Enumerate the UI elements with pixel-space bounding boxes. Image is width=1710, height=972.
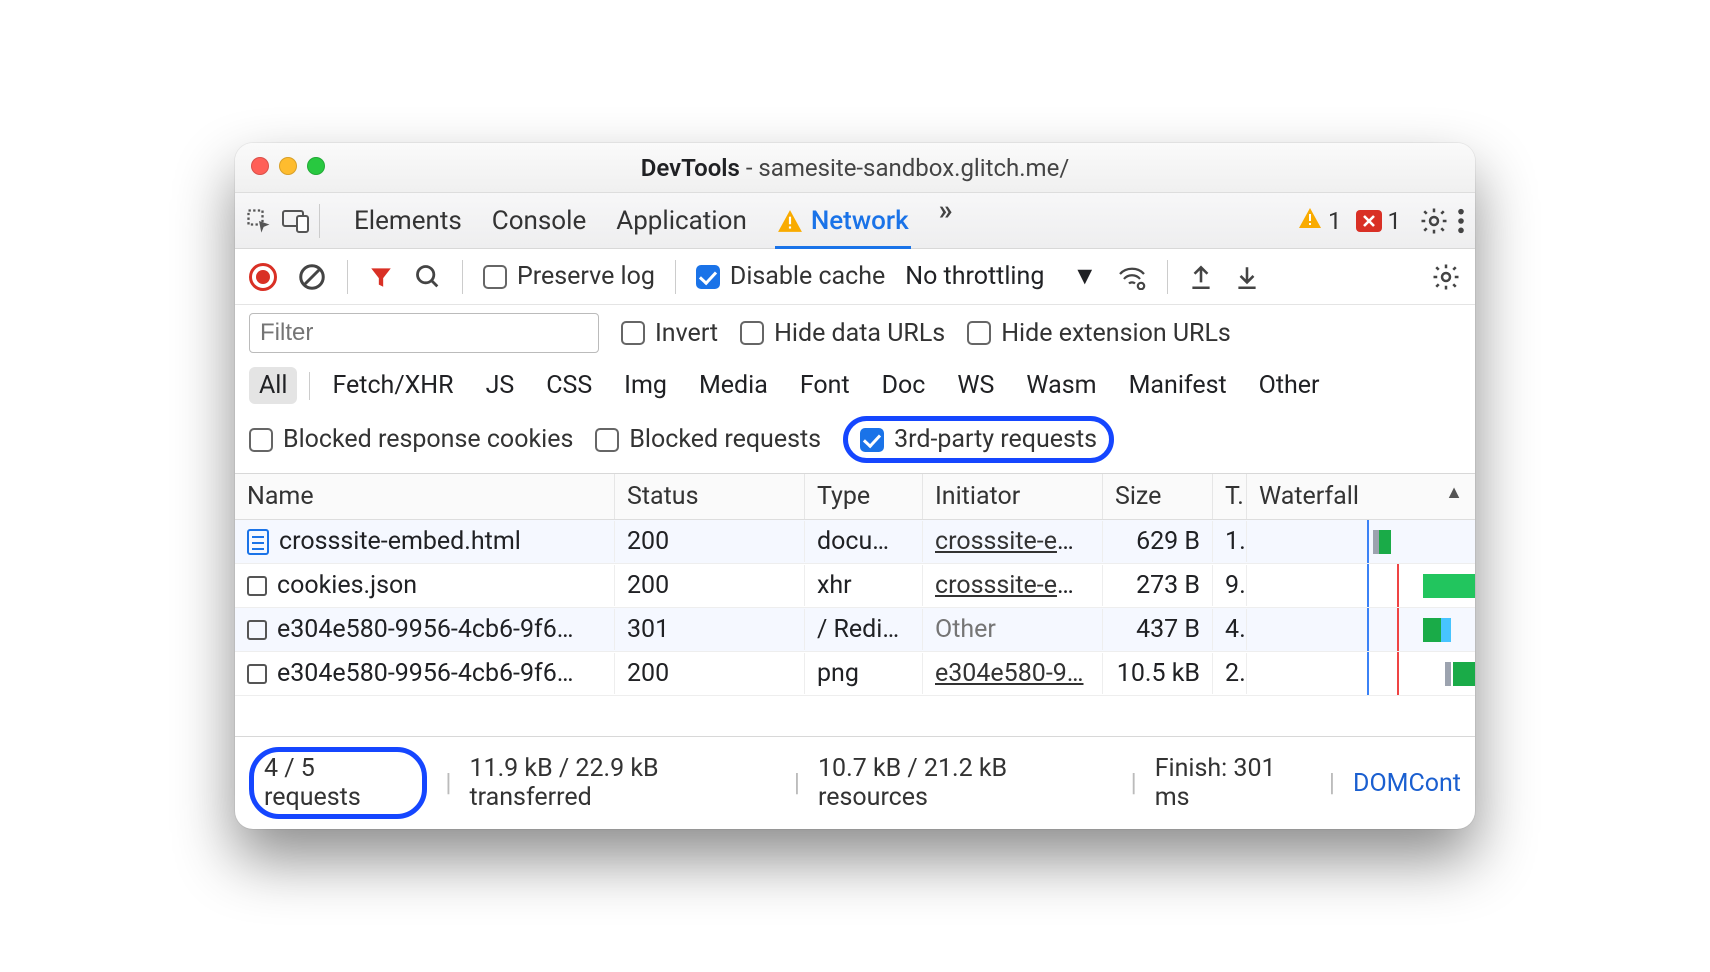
col-size[interactable]: Size (1103, 474, 1213, 519)
table-row[interactable]: e304e580-9956-4cb6-9f6… 301 / Redi… Othe… (235, 608, 1475, 652)
waterfall-cell (1247, 608, 1475, 651)
status-transferred: 11.9 kB / 22.9 kB transferred (469, 754, 775, 812)
status-finish: Finish: 301 ms (1155, 754, 1311, 812)
col-type[interactable]: Type (805, 474, 923, 519)
tab-elements[interactable]: Elements (354, 193, 462, 248)
type-filter-ws[interactable]: WS (947, 367, 1004, 404)
errors-count[interactable]: 1 (1356, 207, 1402, 235)
close-icon[interactable] (251, 157, 269, 175)
device-toggle-icon[interactable] (281, 208, 311, 234)
throttling-select[interactable]: No throttling ▼ (905, 262, 1097, 291)
network-toolbar: Preserve log Disable cache No throttling… (235, 249, 1475, 305)
preserve-log-checkbox[interactable]: Preserve log (483, 262, 655, 291)
inspect-icon[interactable] (245, 207, 273, 235)
blocked-requests-checkbox[interactable]: Blocked requests (595, 425, 821, 454)
warning-icon (1298, 207, 1322, 235)
hide-extension-urls-checkbox[interactable]: Hide extension URLs (967, 319, 1231, 348)
error-icon (1356, 210, 1382, 232)
table-row[interactable]: crosssite-embed.html 200 docu… crosssite… (235, 520, 1475, 564)
search-icon[interactable] (414, 263, 442, 291)
initiator-link[interactable]: crosssite-em… (935, 571, 1096, 600)
hide-data-urls-checkbox[interactable]: Hide data URLs (740, 319, 945, 348)
type-filter-wasm[interactable]: Wasm (1016, 367, 1106, 404)
minimize-icon[interactable] (279, 157, 297, 175)
requests-highlight: 4 / 5 requests (249, 747, 427, 819)
table-row[interactable]: e304e580-9956-4cb6-9f6… 200 png e304e580… (235, 652, 1475, 696)
more-tabs-icon[interactable]: » (939, 193, 953, 248)
file-icon (247, 620, 267, 640)
type-filter-media[interactable]: Media (689, 367, 778, 404)
initiator-link[interactable]: e304e580-9… (935, 659, 1084, 688)
status-resources: 10.7 kB / 21.2 kB resources (818, 754, 1113, 812)
type-filter-all[interactable]: All (249, 367, 297, 404)
file-icon (247, 664, 267, 684)
window-title: DevTools - samesite-sandbox.glitch.me/ (235, 154, 1475, 182)
clear-icon[interactable] (297, 262, 327, 292)
type-filter-row: All Fetch/XHR JS CSS Img Media Font Doc … (235, 361, 1475, 410)
zoom-icon[interactable] (307, 157, 325, 175)
issue-counts[interactable]: 1 1 (1298, 207, 1401, 235)
filter-input[interactable] (249, 313, 599, 353)
third-party-highlight: 3rd-party requests (843, 416, 1114, 463)
table-header[interactable]: Name Status Type Initiator Size T. Water… (235, 474, 1475, 520)
type-filter-font[interactable]: Font (790, 367, 860, 404)
col-initiator[interactable]: Initiator (923, 474, 1103, 519)
filter-toggle-icon[interactable] (368, 264, 394, 290)
col-name[interactable]: Name (235, 474, 615, 519)
blocked-cookies-checkbox[interactable]: Blocked response cookies (249, 425, 573, 454)
download-icon[interactable] (1234, 263, 1260, 291)
waterfall-cell (1247, 564, 1475, 607)
upload-icon[interactable] (1188, 263, 1214, 291)
status-bar: 4 / 5 requests | 11.9 kB / 22.9 kB trans… (235, 737, 1475, 829)
initiator-link[interactable]: crosssite-em… (935, 527, 1096, 556)
type-filter-doc[interactable]: Doc (872, 367, 936, 404)
chevron-down-icon: ▼ (1072, 262, 1097, 291)
network-conditions-icon[interactable] (1117, 264, 1147, 290)
traffic-lights[interactable] (251, 157, 325, 175)
extra-filter-row: Blocked response cookies Blocked request… (235, 410, 1475, 474)
titlebar: DevTools - samesite-sandbox.glitch.me/ (235, 143, 1475, 193)
disable-cache-checkbox[interactable]: Disable cache (696, 262, 885, 291)
tab-application[interactable]: Application (616, 193, 747, 248)
status-requests: 4 / 5 requests (264, 754, 412, 812)
request-table: Name Status Type Initiator Size T. Water… (235, 474, 1475, 737)
type-filter-img[interactable]: Img (614, 367, 677, 404)
record-button[interactable] (249, 263, 277, 291)
checkbox-icon[interactable] (696, 265, 720, 289)
devtools-window: DevTools - samesite-sandbox.glitch.me/ E… (235, 143, 1475, 829)
waterfall-cell (1247, 652, 1475, 695)
table-row[interactable]: cookies.json 200 xhr crosssite-em… 273 B… (235, 564, 1475, 608)
type-filter-js[interactable]: JS (476, 367, 525, 404)
main-toolbar: Elements Console Application Network » 1 (235, 193, 1475, 249)
type-filter-fetchxhr[interactable]: Fetch/XHR (322, 367, 463, 404)
initiator-other: Other (935, 615, 996, 644)
network-settings-icon[interactable] (1431, 262, 1461, 292)
col-status[interactable]: Status (615, 474, 805, 519)
tab-console[interactable]: Console (492, 193, 586, 248)
type-filter-css[interactable]: CSS (536, 367, 602, 404)
col-time[interactable]: T. (1213, 474, 1247, 519)
type-filter-manifest[interactable]: Manifest (1119, 367, 1237, 404)
settings-icon[interactable] (1419, 206, 1449, 236)
status-domcontent: DOMCont (1353, 769, 1461, 798)
warning-icon (777, 209, 803, 233)
filter-row: Invert Hide data URLs Hide extension URL… (235, 305, 1475, 361)
document-icon (247, 529, 269, 555)
panel-tabs: Elements Console Application Network » (354, 193, 953, 248)
col-waterfall[interactable]: Waterfall (1247, 474, 1475, 519)
waterfall-cell (1247, 520, 1475, 563)
warnings-count[interactable]: 1 (1298, 207, 1342, 235)
third-party-checkbox[interactable]: 3rd-party requests (860, 425, 1097, 454)
tab-network[interactable]: Network (777, 193, 909, 248)
checkbox-icon[interactable] (483, 265, 507, 289)
kebab-icon[interactable] (1457, 207, 1465, 235)
file-icon (247, 576, 267, 596)
invert-checkbox[interactable]: Invert (621, 319, 718, 348)
type-filter-other[interactable]: Other (1249, 367, 1330, 404)
